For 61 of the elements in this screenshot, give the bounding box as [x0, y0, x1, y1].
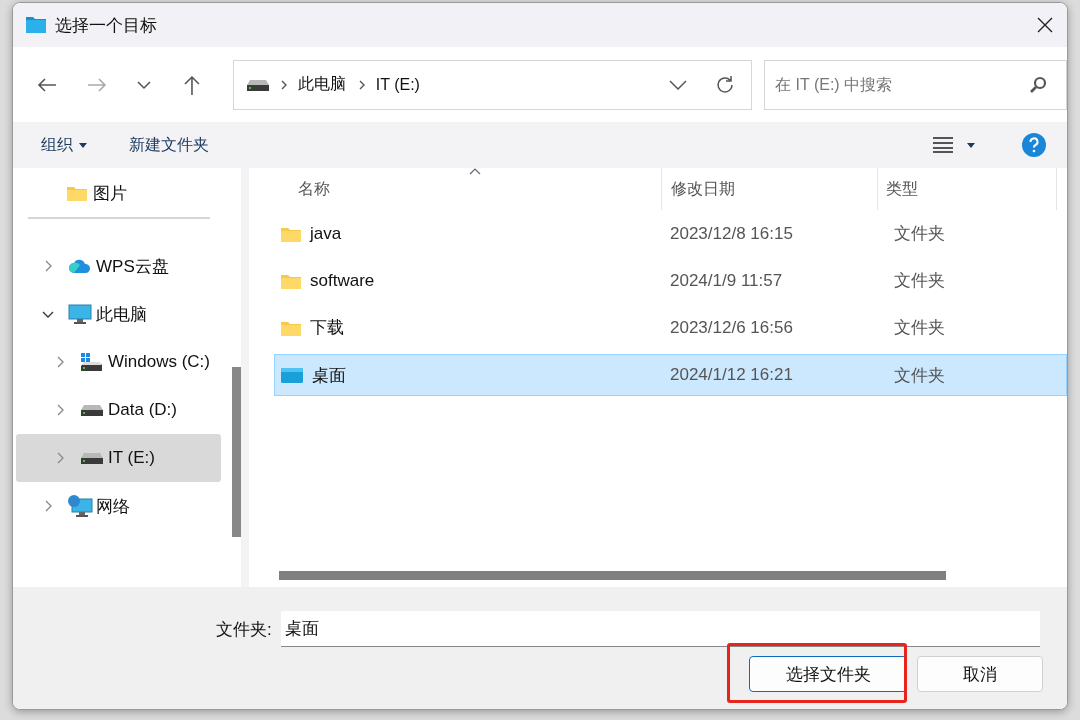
new-folder-button[interactable]: 新建文件夹 [129, 134, 209, 156]
file-type: 文件夹 [893, 364, 945, 387]
nav-item[interactable]: 图片 [16, 170, 221, 216]
nav-item[interactable]: Windows (C:) [16, 338, 221, 386]
network-icon [67, 495, 93, 517]
file-name: java [310, 223, 342, 244]
file-name: 下载 [310, 317, 344, 339]
folder-name-field[interactable]: 桌面 [280, 611, 1040, 647]
back-arrow-icon[interactable] [37, 76, 57, 93]
up-arrow-icon[interactable] [182, 74, 201, 95]
chevron-right-icon [357, 78, 366, 91]
chevron-down-icon[interactable] [669, 79, 688, 90]
folder-icon [25, 16, 47, 34]
windows-drive-icon [80, 352, 104, 372]
file-row[interactable]: 下载 2023/12/6 16:56 文件夹 [274, 304, 1067, 351]
folder-label: 文件夹: [216, 618, 272, 641]
drive-icon [245, 77, 270, 92]
caret-down-icon[interactable] [967, 142, 975, 148]
search-field[interactable]: 在 IT (E:) 中搜索 [764, 59, 1067, 110]
nav-item[interactable]: 此电脑 [16, 290, 221, 338]
column-header[interactable]: 名称 [274, 168, 661, 210]
drive-icon [80, 403, 104, 417]
file-type: 文件夹 [893, 270, 945, 292]
sort-caret-icon[interactable] [469, 168, 481, 175]
file-row[interactable]: 桌面 2024/1/12 16:21 文件夹 [274, 354, 1067, 396]
help-icon[interactable] [1021, 132, 1047, 158]
chevron-down-icon[interactable] [136, 79, 151, 90]
modified-date: 2023/12/8 16:15 [669, 223, 794, 244]
desktop-folder-icon [280, 366, 304, 384]
cloud-icon [68, 258, 92, 274]
breadcrumb[interactable]: 此电脑 [297, 74, 346, 95]
breadcrumb[interactable]: IT (E:) [375, 75, 420, 94]
nav-item[interactable]: IT (E:) [16, 434, 221, 482]
search-icon[interactable] [1029, 75, 1047, 94]
file-row[interactable]: software 2024/1/9 11:57 文件夹 [274, 257, 1067, 304]
organize-menu[interactable]: 组织 [41, 134, 73, 156]
folder-icon [66, 184, 88, 202]
file-type: 文件夹 [893, 317, 945, 339]
address-bar[interactable]: 此电脑 IT (E:) [232, 59, 753, 110]
view-list-icon[interactable] [933, 137, 953, 153]
cancel-button[interactable]: 取消 [917, 656, 1043, 692]
file-type: 文件夹 [893, 223, 945, 245]
file-row[interactable]: java 2023/12/8 16:15 文件夹 [274, 210, 1067, 257]
nav-item[interactable]: Data (D:) [16, 386, 221, 434]
drive-icon [80, 451, 104, 465]
select-folder-button[interactable]: 选择文件夹 [749, 656, 907, 692]
monitor-icon [68, 304, 92, 324]
nav-item[interactable]: WPS云盘 [16, 242, 221, 290]
column-header[interactable]: 修改日期 [661, 168, 877, 210]
column-header[interactable]: 类型 [877, 168, 1056, 210]
caret-down-icon[interactable] [79, 142, 87, 148]
modified-date: 2023/12/6 16:56 [669, 317, 794, 338]
window-title: 选择一个目标 [55, 14, 157, 37]
nav-item[interactable]: 网络 [16, 482, 221, 530]
refresh-icon[interactable] [715, 74, 736, 95]
modified-date: 2024/1/9 11:57 [669, 270, 784, 291]
file-name: software [310, 270, 375, 291]
close-icon[interactable] [1037, 17, 1053, 33]
chevron-right-icon [279, 78, 288, 91]
file-name: 桌面 [312, 364, 346, 387]
modified-date: 2024/1/12 16:21 [669, 365, 794, 385]
